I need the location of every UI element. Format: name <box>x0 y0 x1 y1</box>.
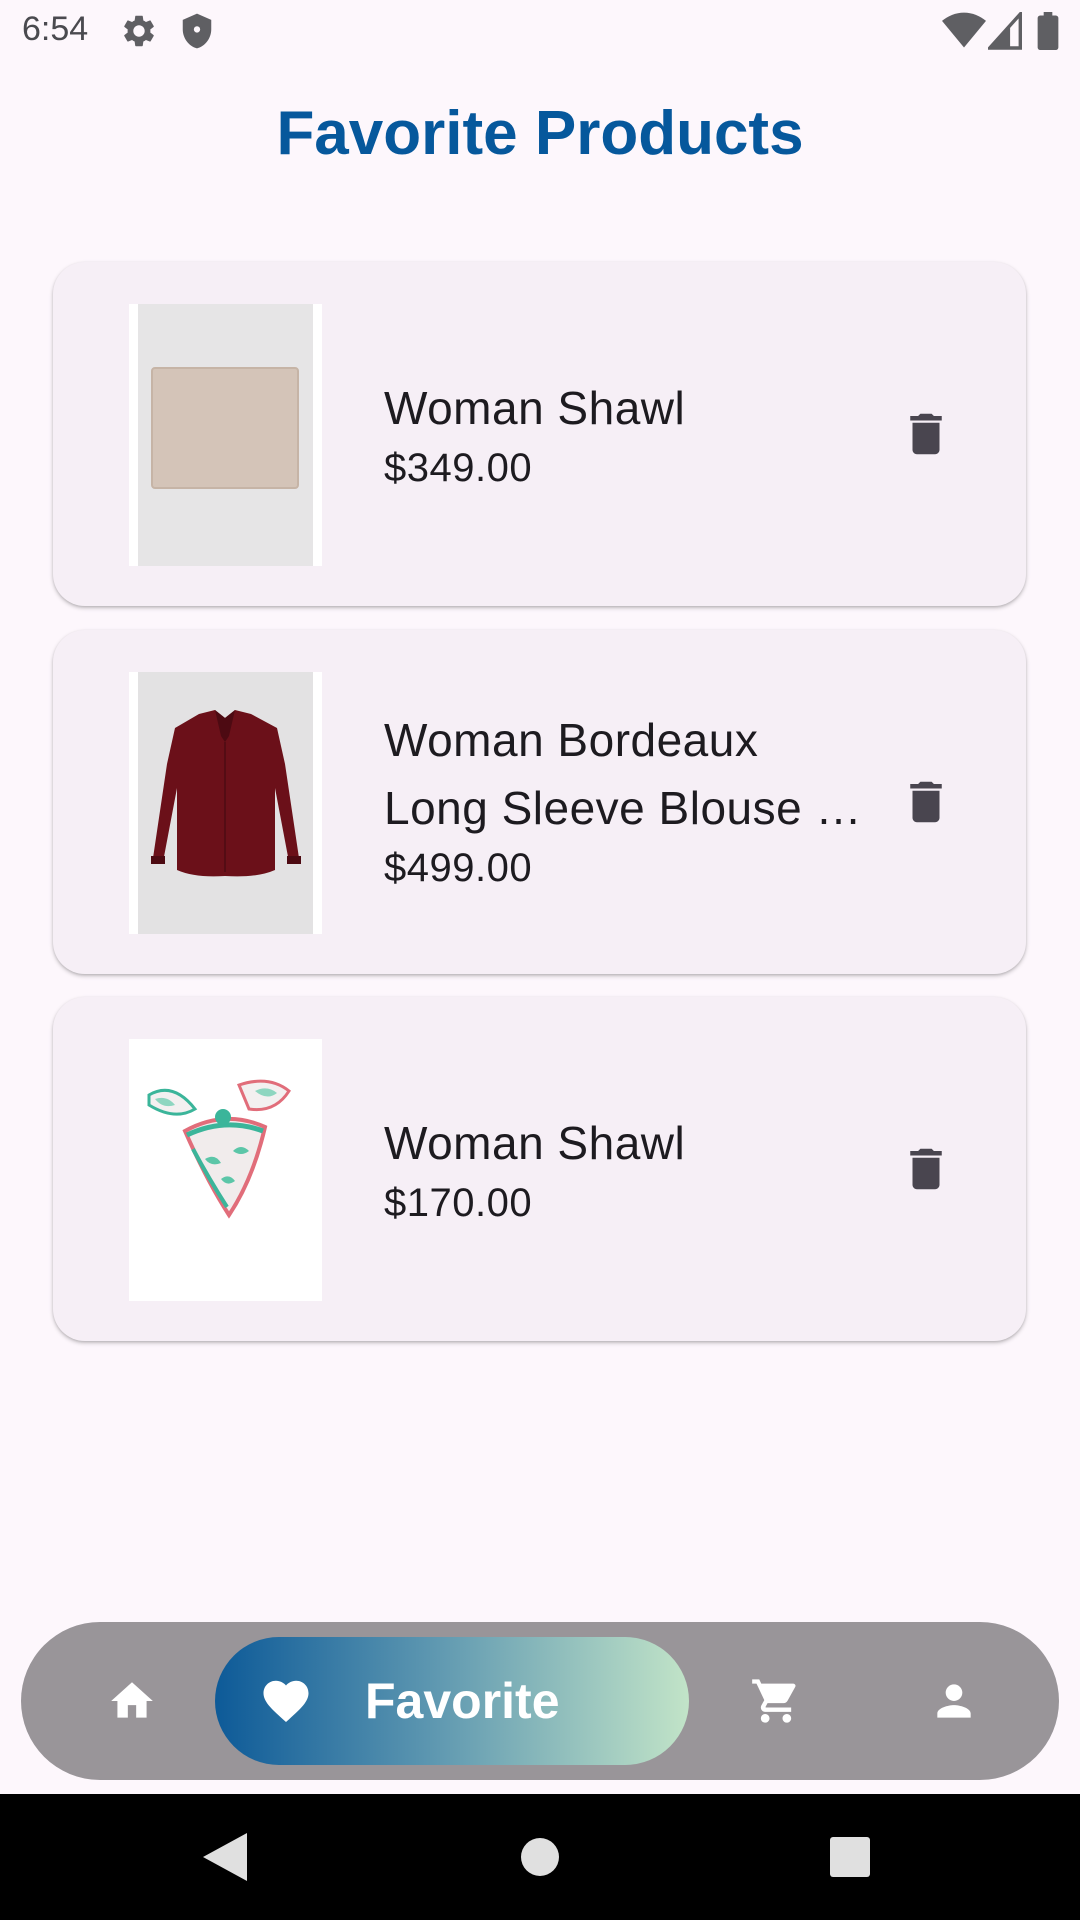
nav-home-button[interactable] <box>97 1666 167 1736</box>
product-name: Woman Shawl <box>384 382 686 434</box>
bordeaux-blouse-photo <box>129 672 322 934</box>
shield-icon <box>178 12 216 55</box>
page-title: Favorite Products <box>276 99 804 168</box>
home-circle-icon <box>521 1838 559 1876</box>
home-system-button[interactable] <box>513 1830 567 1884</box>
delete-button[interactable] <box>891 767 961 837</box>
trash-icon <box>910 1148 942 1190</box>
back-triangle-icon <box>203 1833 247 1881</box>
cellular-signal-icon <box>985 9 1022 55</box>
status-time: 6:54 <box>22 10 89 48</box>
delete-button[interactable] <box>891 1134 961 1204</box>
product-info: Woman Shawl $349.00 <box>384 374 864 494</box>
product-image <box>129 672 322 934</box>
nav-cart-button[interactable] <box>741 1666 811 1736</box>
wifi-icon <box>942 12 986 55</box>
system-nav-bar <box>0 1794 1080 1920</box>
trash-icon <box>910 413 942 455</box>
product-price: $170.00 <box>384 1181 533 1225</box>
person-icon <box>937 1684 971 1718</box>
recents-button[interactable] <box>823 1830 877 1884</box>
nav-favorite-label: Favorite <box>365 1673 560 1729</box>
battery-icon <box>1036 12 1060 55</box>
recents-square-icon <box>830 1837 870 1877</box>
product-price: $499.00 <box>384 846 533 890</box>
nav-profile-button[interactable] <box>919 1666 989 1736</box>
floral-scarf-photo <box>129 1039 322 1301</box>
favorite-product-card[interactable]: Woman Bordeaux Long Sleeve Blouse … $499… <box>53 630 1026 974</box>
bottom-nav: Favorite <box>21 1622 1059 1780</box>
product-image <box>129 304 322 566</box>
home-icon <box>111 1682 153 1718</box>
favorite-product-card[interactable]: Woman Shawl $349.00 <box>53 262 1026 606</box>
product-price: $349.00 <box>384 446 533 490</box>
back-button[interactable] <box>198 1830 252 1884</box>
product-image <box>129 1039 322 1301</box>
favorite-product-card[interactable]: Woman Shawl $170.00 <box>53 997 1026 1341</box>
nav-favorite-button[interactable]: Favorite <box>215 1637 689 1765</box>
settings-gear-icon <box>120 12 158 55</box>
product-info: Woman Shawl $170.00 <box>384 1109 864 1229</box>
product-name: Woman Shawl <box>384 1117 686 1169</box>
status-bar: 6:54 <box>0 0 1080 62</box>
beige-shawl-photo <box>129 304 322 566</box>
cart-icon <box>752 1679 796 1723</box>
trash-icon <box>910 781 942 823</box>
product-name: Woman Bordeaux Long Sleeve Blouse … <box>384 714 862 834</box>
product-info: Woman Bordeaux Long Sleeve Blouse … $499… <box>384 706 864 894</box>
delete-button[interactable] <box>891 399 961 469</box>
heart-icon <box>251 1666 321 1736</box>
